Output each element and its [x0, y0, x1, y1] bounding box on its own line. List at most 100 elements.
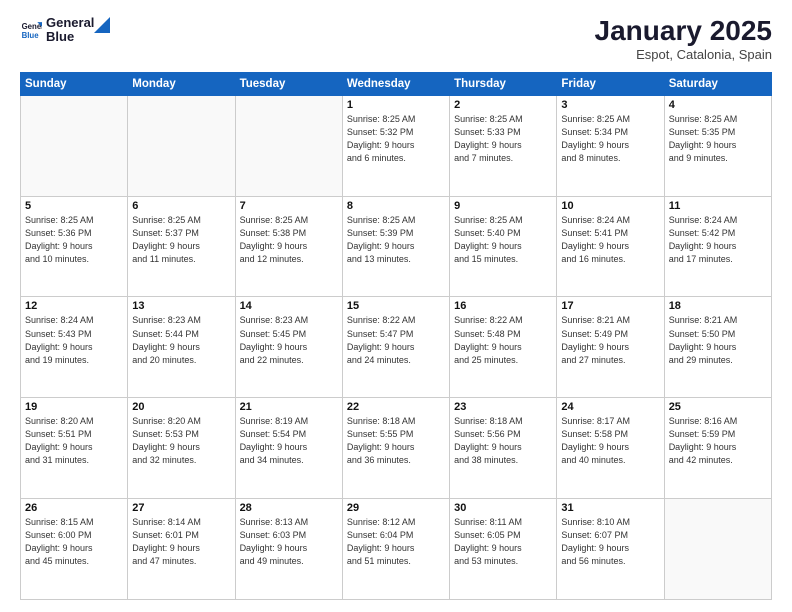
day-info: Sunrise: 8:25 AM Sunset: 5:33 PM Dayligh… [454, 113, 552, 165]
day-info: Sunrise: 8:21 AM Sunset: 5:50 PM Dayligh… [669, 314, 767, 366]
day-info: Sunrise: 8:22 AM Sunset: 5:48 PM Dayligh… [454, 314, 552, 366]
day-info: Sunrise: 8:18 AM Sunset: 5:56 PM Dayligh… [454, 415, 552, 467]
day-header-thursday: Thursday [450, 72, 557, 95]
calendar-cell: 3 Sunrise: 8:25 AM Sunset: 5:34 PM Daylig… [557, 95, 664, 196]
day-header-friday: Friday [557, 72, 664, 95]
day-number: 7 [240, 200, 338, 212]
calendar-cell: 29 Sunrise: 8:12 AM Sunset: 6:04 PM Dayli… [342, 499, 449, 600]
calendar-cell: 5 Sunrise: 8:25 AM Sunset: 5:36 PM Daylig… [21, 196, 128, 297]
day-header-wednesday: Wednesday [342, 72, 449, 95]
calendar-week-row: 26 Sunrise: 8:15 AM Sunset: 6:00 PM Dayli… [21, 499, 772, 600]
day-info: Sunrise: 8:25 AM Sunset: 5:38 PM Dayligh… [240, 214, 338, 266]
day-info: Sunrise: 8:21 AM Sunset: 5:49 PM Dayligh… [561, 314, 659, 366]
day-header-saturday: Saturday [664, 72, 771, 95]
day-number: 9 [454, 200, 552, 212]
calendar-cell: 28Sunrise: 8:13 AM Sunset: 6:03 PM Dayli… [235, 499, 342, 600]
calendar-week-row: 1 Sunrise: 8:25 AM Sunset: 5:32 PM Daylig… [21, 95, 772, 196]
month-title: January 2025 [595, 16, 772, 47]
day-number: 26 [25, 502, 123, 514]
calendar-cell: 21Sunrise: 8:19 AM Sunset: 5:54 PM Dayli… [235, 398, 342, 499]
day-number: 27 [132, 502, 230, 514]
day-header-tuesday: Tuesday [235, 72, 342, 95]
calendar-cell: 18 Sunrise: 8:21 AM Sunset: 5:50 PM Dayli… [664, 297, 771, 398]
day-info: Sunrise: 8:18 AM Sunset: 5:55 PM Dayligh… [347, 415, 445, 467]
day-info: Sunrise: 8:10 AM Sunset: 6:07 PM Dayligh… [561, 516, 659, 568]
day-number: 22 [347, 401, 445, 413]
calendar-cell: 23 Sunrise: 8:18 AM Sunset: 5:56 PM Dayli… [450, 398, 557, 499]
calendar-cell: 30Sunrise: 8:11 AM Sunset: 6:05 PM Dayli… [450, 499, 557, 600]
logo-text-general: General [46, 16, 94, 30]
day-info: Sunrise: 8:11 AM Sunset: 6:05 PM Dayligh… [454, 516, 552, 568]
logo-icon: General Blue [20, 19, 42, 41]
calendar-cell: 19 Sunrise: 8:20 AM Sunset: 5:51 PM Dayli… [21, 398, 128, 499]
calendar-cell: 6 Sunrise: 8:25 AM Sunset: 5:37 PM Daylig… [128, 196, 235, 297]
day-info: Sunrise: 8:19 AM Sunset: 5:54 PM Dayligh… [240, 415, 338, 467]
calendar-cell: 8 Sunrise: 8:25 AM Sunset: 5:39 PM Daylig… [342, 196, 449, 297]
day-info: Sunrise: 8:23 AM Sunset: 5:44 PM Dayligh… [132, 314, 230, 366]
calendar-cell [235, 95, 342, 196]
day-info: Sunrise: 8:12 AM Sunset: 6:04 PM Dayligh… [347, 516, 445, 568]
calendar-cell: 2 Sunrise: 8:25 AM Sunset: 5:33 PM Daylig… [450, 95, 557, 196]
calendar-cell: 16 Sunrise: 8:22 AM Sunset: 5:48 PM Dayli… [450, 297, 557, 398]
calendar-week-row: 19 Sunrise: 8:20 AM Sunset: 5:51 PM Dayli… [21, 398, 772, 499]
calendar-cell: 12Sunrise: 8:24 AM Sunset: 5:43 PM Dayli… [21, 297, 128, 398]
title-block: January 2025 Espot, Catalonia, Spain [595, 16, 772, 62]
day-number: 23 [454, 401, 552, 413]
day-info: Sunrise: 8:25 AM Sunset: 5:37 PM Dayligh… [132, 214, 230, 266]
day-info: Sunrise: 8:25 AM Sunset: 5:39 PM Dayligh… [347, 214, 445, 266]
calendar-cell: 14Sunrise: 8:23 AM Sunset: 5:45 PM Dayli… [235, 297, 342, 398]
day-number: 5 [25, 200, 123, 212]
day-info: Sunrise: 8:25 AM Sunset: 5:36 PM Dayligh… [25, 214, 123, 266]
calendar-week-row: 12Sunrise: 8:24 AM Sunset: 5:43 PM Dayli… [21, 297, 772, 398]
day-info: Sunrise: 8:13 AM Sunset: 6:03 PM Dayligh… [240, 516, 338, 568]
day-info: Sunrise: 8:16 AM Sunset: 5:59 PM Dayligh… [669, 415, 767, 467]
calendar-cell: 22 Sunrise: 8:18 AM Sunset: 5:55 PM Dayli… [342, 398, 449, 499]
day-number: 1 [347, 99, 445, 111]
calendar-cell: 25 Sunrise: 8:16 AM Sunset: 5:59 PM Dayli… [664, 398, 771, 499]
day-number: 16 [454, 300, 552, 312]
day-number: 11 [669, 200, 767, 212]
day-number: 3 [561, 99, 659, 111]
calendar-cell [128, 95, 235, 196]
calendar-cell: 7 Sunrise: 8:25 AM Sunset: 5:38 PM Daylig… [235, 196, 342, 297]
day-number: 2 [454, 99, 552, 111]
day-number: 24 [561, 401, 659, 413]
calendar-cell: 4Sunrise: 8:25 AM Sunset: 5:35 PM Daylig… [664, 95, 771, 196]
day-header-monday: Monday [128, 72, 235, 95]
calendar-cell: 17 Sunrise: 8:21 AM Sunset: 5:49 PM Dayli… [557, 297, 664, 398]
day-number: 29 [347, 502, 445, 514]
day-number: 20 [132, 401, 230, 413]
day-number: 8 [347, 200, 445, 212]
day-number: 14 [240, 300, 338, 312]
day-info: Sunrise: 8:15 AM Sunset: 6:00 PM Dayligh… [25, 516, 123, 568]
day-number: 31 [561, 502, 659, 514]
day-info: Sunrise: 8:25 AM Sunset: 5:34 PM Dayligh… [561, 113, 659, 165]
day-info: Sunrise: 8:24 AM Sunset: 5:41 PM Dayligh… [561, 214, 659, 266]
day-info: Sunrise: 8:14 AM Sunset: 6:01 PM Dayligh… [132, 516, 230, 568]
svg-text:Blue: Blue [22, 31, 40, 40]
calendar-cell: 31 Sunrise: 8:10 AM Sunset: 6:07 PM Dayli… [557, 499, 664, 600]
day-number: 6 [132, 200, 230, 212]
day-number: 13 [132, 300, 230, 312]
calendar-cell: 20 Sunrise: 8:20 AM Sunset: 5:53 PM Dayli… [128, 398, 235, 499]
logo-triangle-icon [94, 17, 110, 33]
day-info: Sunrise: 8:20 AM Sunset: 5:53 PM Dayligh… [132, 415, 230, 467]
calendar-cell [664, 499, 771, 600]
day-number: 25 [669, 401, 767, 413]
calendar-cell: 13 Sunrise: 8:23 AM Sunset: 5:44 PM Dayli… [128, 297, 235, 398]
day-info: Sunrise: 8:25 AM Sunset: 5:32 PM Dayligh… [347, 113, 445, 165]
logo-text-blue: Blue [46, 30, 94, 44]
location: Espot, Catalonia, Spain [595, 47, 772, 62]
day-number: 17 [561, 300, 659, 312]
calendar-cell [21, 95, 128, 196]
day-info: Sunrise: 8:22 AM Sunset: 5:47 PM Dayligh… [347, 314, 445, 366]
calendar-header-row: SundayMondayTuesdayWednesdayThursdayFrid… [21, 72, 772, 95]
calendar-cell: 10Sunrise: 8:24 AM Sunset: 5:41 PM Dayli… [557, 196, 664, 297]
day-number: 19 [25, 401, 123, 413]
calendar-cell: 27 Sunrise: 8:14 AM Sunset: 6:01 PM Dayli… [128, 499, 235, 600]
day-number: 18 [669, 300, 767, 312]
calendar-cell: 9Sunrise: 8:25 AM Sunset: 5:40 PM Daylig… [450, 196, 557, 297]
day-info: Sunrise: 8:20 AM Sunset: 5:51 PM Dayligh… [25, 415, 123, 467]
calendar-cell: 11Sunrise: 8:24 AM Sunset: 5:42 PM Dayli… [664, 196, 771, 297]
day-number: 15 [347, 300, 445, 312]
